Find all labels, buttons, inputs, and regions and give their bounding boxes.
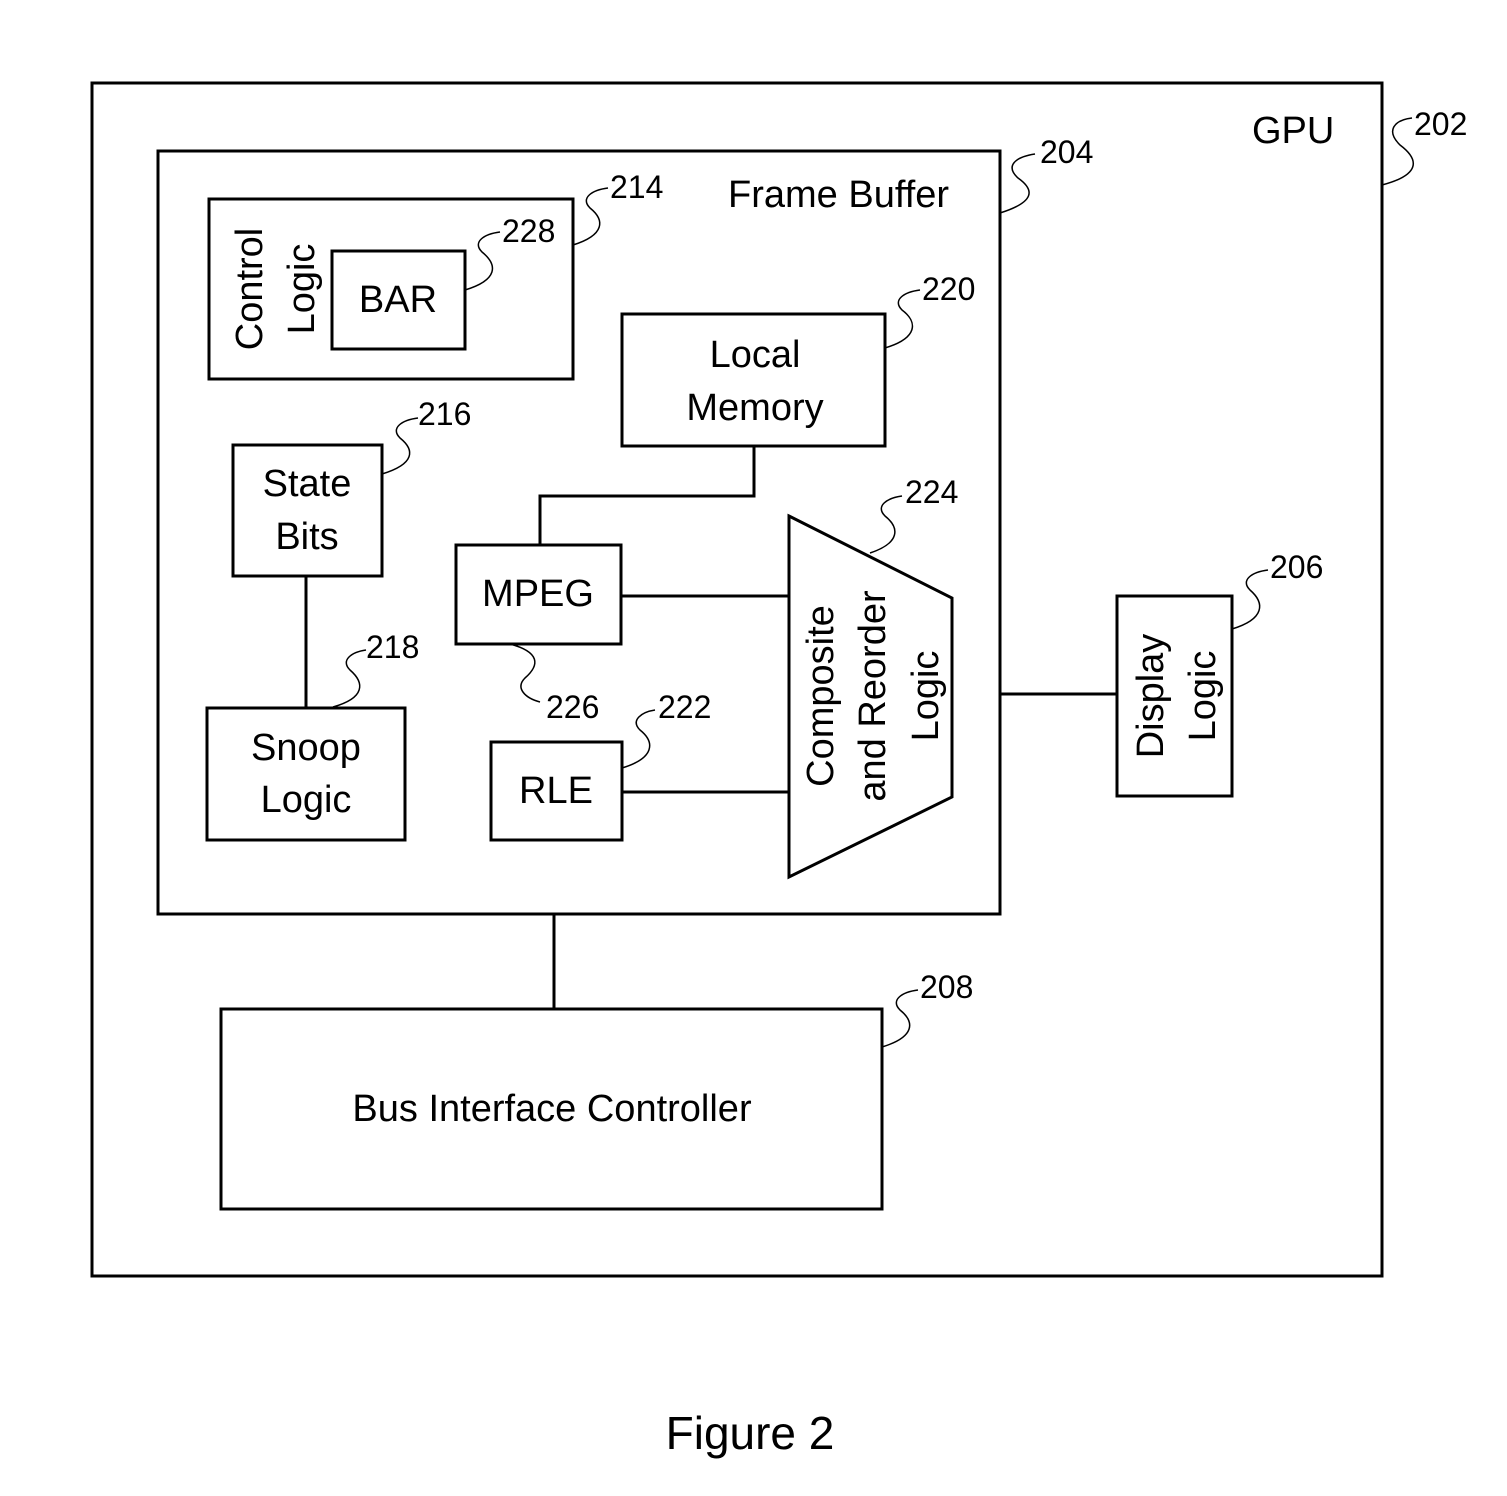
mpeg-ref-leader bbox=[509, 643, 541, 703]
local-memory-label-line1: Local bbox=[710, 334, 801, 376]
frame-buffer-label: Frame Buffer bbox=[728, 174, 949, 216]
state-bits-label-line2: Bits bbox=[275, 516, 338, 558]
control-logic-ref-leader bbox=[572, 187, 609, 246]
frame-buffer-ref-leader bbox=[999, 153, 1036, 214]
figure-caption: Figure 2 bbox=[666, 1407, 835, 1459]
bus-interface-controller-label: Bus Interface Controller bbox=[352, 1088, 752, 1130]
composite-reorder-label-line1: Composite bbox=[800, 605, 842, 787]
snoop-logic-label-line1: Snoop bbox=[251, 727, 361, 769]
wire-local-memory-to-mpeg bbox=[538, 446, 756, 545]
bus-interface-controller-ref: 208 bbox=[920, 969, 973, 1005]
composite-reorder-ref-leader bbox=[869, 495, 903, 554]
display-logic-label-line1: Display bbox=[1130, 634, 1172, 759]
state-bits-ref-leader bbox=[381, 417, 419, 475]
snoop-logic-label-line2: Logic bbox=[261, 779, 352, 821]
bar-ref-leader bbox=[464, 231, 501, 291]
display-logic-ref-leader bbox=[1231, 569, 1269, 630]
control-logic-ref: 214 bbox=[610, 169, 663, 205]
composite-reorder-label-line3: Logic bbox=[905, 651, 947, 742]
state-bits-ref: 216 bbox=[418, 396, 471, 432]
control-logic-label-line1: Control bbox=[229, 228, 271, 351]
gpu-block-diagram: GPU 202 Frame Buffer 204 Control Logic 2… bbox=[90, 81, 1467, 1459]
local-memory-label-line2: Memory bbox=[686, 387, 823, 429]
mpeg-ref: 226 bbox=[546, 689, 599, 725]
control-logic-label-line2: Logic bbox=[281, 244, 323, 335]
local-memory-ref-leader bbox=[884, 289, 921, 349]
frame-buffer-ref: 204 bbox=[1040, 134, 1093, 170]
composite-reorder-label-line2: and Reorder bbox=[852, 590, 894, 802]
gpu-ref: 202 bbox=[1414, 106, 1467, 142]
rle-label: RLE bbox=[519, 770, 593, 812]
snoop-logic-ref: 218 bbox=[366, 629, 419, 665]
local-memory-ref: 220 bbox=[922, 271, 975, 307]
rle-ref: 222 bbox=[658, 689, 711, 725]
bar-label: BAR bbox=[359, 279, 437, 321]
gpu-ref-leader bbox=[1381, 117, 1414, 186]
mpeg-label: MPEG bbox=[482, 573, 594, 615]
composite-reorder-ref: 224 bbox=[905, 474, 958, 510]
display-logic-ref: 206 bbox=[1270, 549, 1323, 585]
snoop-logic-ref-leader bbox=[332, 649, 367, 708]
gpu-label: GPU bbox=[1252, 110, 1334, 152]
state-bits-label-line1: State bbox=[263, 463, 352, 505]
bar-ref: 228 bbox=[502, 213, 555, 249]
bus-interface-controller-ref-leader bbox=[881, 989, 919, 1048]
display-logic-label-line2: Logic bbox=[1182, 651, 1224, 742]
rle-ref-leader bbox=[621, 709, 656, 769]
